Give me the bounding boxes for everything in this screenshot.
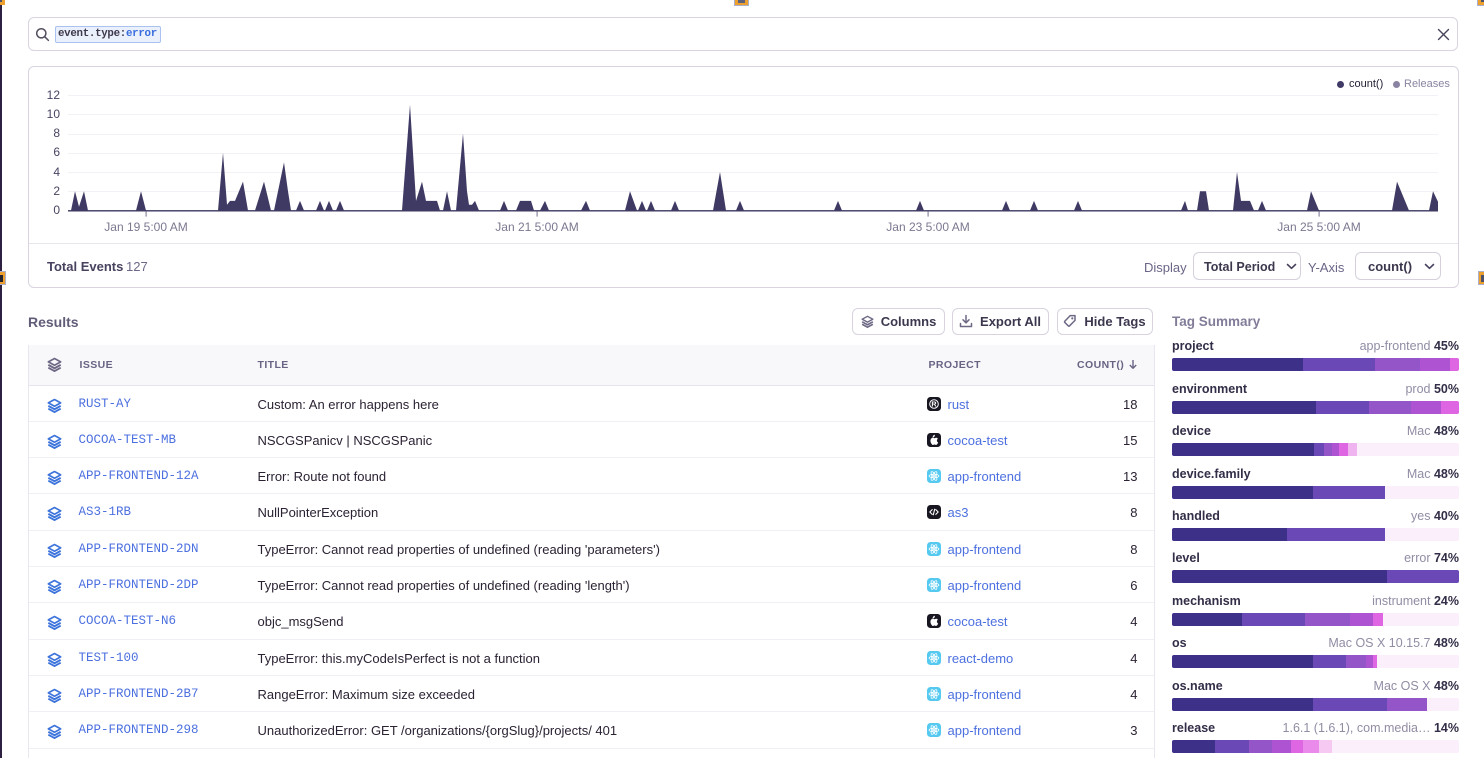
svg-text:R: R <box>931 399 937 408</box>
